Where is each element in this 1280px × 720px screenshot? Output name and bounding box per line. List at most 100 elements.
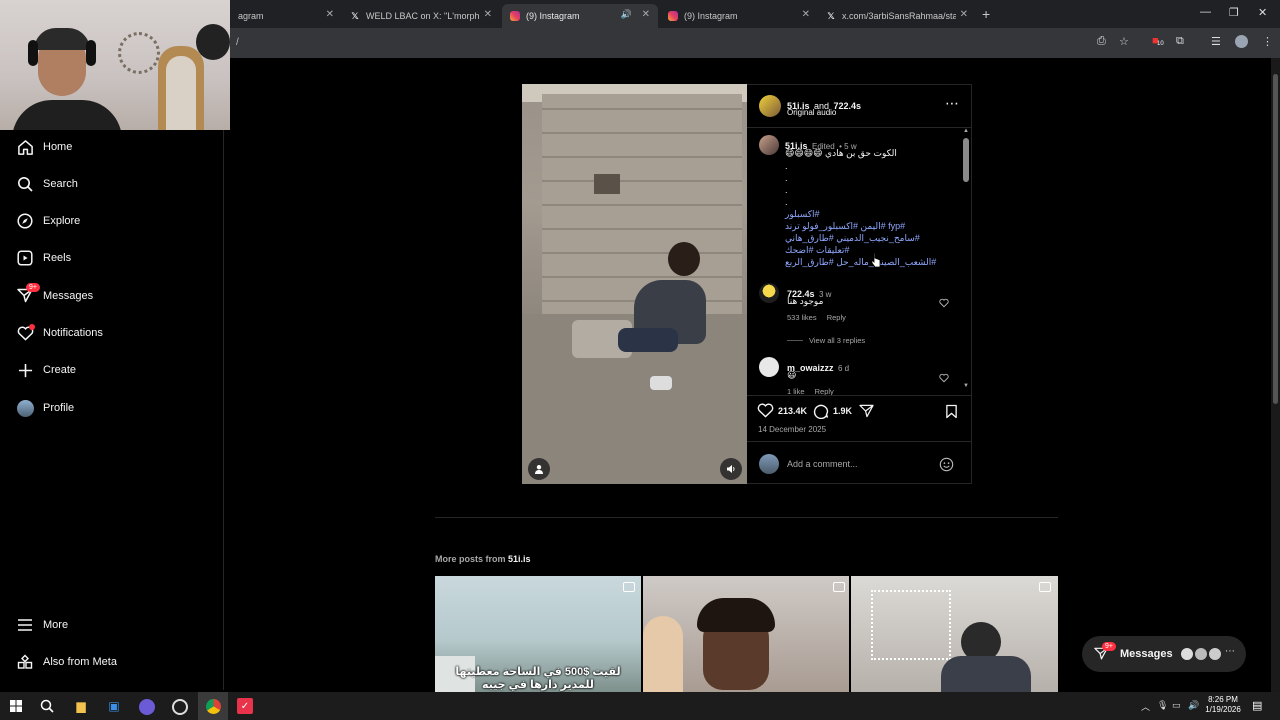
comment-reply[interactable]: Reply: [815, 387, 834, 395]
header-divider: [747, 127, 972, 128]
sidebar-item-reels[interactable]: Reels: [16, 248, 71, 268]
address-bar[interactable]: /: [232, 32, 1092, 54]
browser-menu-icon[interactable]: ⋮: [1262, 35, 1273, 48]
restore-button[interactable]: ❐: [1229, 6, 1239, 19]
save-bookmark-icon[interactable]: [945, 404, 958, 424]
sidebar-item-profile[interactable]: Profile: [16, 398, 74, 418]
emoji-icon[interactable]: [939, 457, 954, 477]
notification-dot: [29, 324, 35, 330]
comment-time: 6 d: [837, 364, 850, 373]
sidebar-item-messages[interactable]: 9+ Messages: [16, 283, 93, 306]
extensions-puzzle-icon[interactable]: ⧉: [1176, 35, 1184, 48]
more-post-thumbnail[interactable]: [851, 576, 1058, 693]
tab-close-icon[interactable]: ✕: [326, 9, 334, 20]
install-app-icon[interactable]: ⎙: [1097, 35, 1106, 48]
tab-search-icon[interactable]: ☰: [1211, 35, 1221, 48]
like-action[interactable]: 213.4K: [757, 403, 807, 418]
more-posts-username[interactable]: 51i.is: [508, 554, 531, 564]
tab-close-icon[interactable]: ✕: [802, 9, 810, 20]
messages-pill[interactable]: 9+ Messages ⋯: [1082, 636, 1246, 672]
more-post-thumbnail[interactable]: [643, 576, 849, 693]
tab-close-icon[interactable]: ✕: [642, 9, 650, 20]
more-post-thumbnail[interactable]: لقيت $500 في الساحة معطيتها للمدير دارها…: [435, 576, 641, 693]
scroll-down-arrow[interactable]: ▼: [963, 383, 969, 389]
app-icon[interactable]: ✓: [237, 698, 253, 714]
comment-like-icon[interactable]: [939, 370, 949, 388]
tray-chevron-icon[interactable]: ︿: [1141, 700, 1150, 713]
browser-tab[interactable]: (9) Instagram 🔊 ✕: [502, 4, 658, 28]
audio-link[interactable]: Original audio: [787, 108, 836, 117]
more-options-icon[interactable]: ⋯: [945, 95, 959, 112]
sidebar-item-label: Search: [43, 178, 78, 190]
more-chats-icon: ⋯: [1225, 646, 1235, 657]
sidebar-more[interactable]: More: [16, 615, 68, 635]
tab-audio-icon[interactable]: 🔊: [621, 9, 632, 20]
tab-close-icon[interactable]: ✕: [960, 9, 968, 20]
share-icon[interactable]: [859, 404, 874, 423]
tagged-users-button[interactable]: [528, 458, 550, 480]
view-replies-line: [787, 340, 803, 341]
taskbar-clock[interactable]: 8:26 PM 1/19/2026: [1203, 695, 1243, 715]
extension-icon[interactable]: ■ 10: [1152, 35, 1164, 47]
comment-action[interactable]: 1.9K: [813, 403, 852, 419]
video-child-pants: [618, 328, 678, 352]
comment-avatar[interactable]: [759, 283, 779, 303]
comments-scrollbar[interactable]: ▲ ▼: [962, 128, 970, 392]
notification-center-icon[interactable]: ▤: [1252, 699, 1262, 712]
comment-likes[interactable]: 533 likes: [787, 313, 817, 322]
browser-tab[interactable]: 𝕏x.com/3arbiSansRahmaa/status ✕: [818, 4, 976, 28]
actions-divider: [747, 395, 972, 396]
page-scrollbar-thumb[interactable]: [1273, 74, 1278, 404]
more-posts-divider: [435, 517, 1058, 518]
app-icon[interactable]: [172, 699, 188, 715]
instagram-icon: [668, 11, 678, 21]
add-comment-input[interactable]: Add a comment...: [787, 459, 858, 469]
post-video[interactable]: [522, 84, 747, 484]
page-scrollbar[interactable]: [1271, 58, 1280, 692]
sidebar-item-create[interactable]: Create: [16, 360, 76, 380]
bookmark-star-icon[interactable]: ☆: [1119, 35, 1129, 48]
sidebar-also-from-meta[interactable]: Also from Meta: [16, 652, 117, 672]
close-window-button[interactable]: ✕: [1258, 6, 1267, 19]
sidebar-item-explore[interactable]: Explore: [16, 211, 80, 231]
header-collab-username[interactable]: 722.4s: [833, 101, 861, 111]
comments-scroll-thumb[interactable]: [963, 138, 969, 182]
video-child-shoe: [650, 376, 672, 390]
file-explorer-icon[interactable]: ▆: [73, 698, 89, 714]
network-icon[interactable]: ▭: [1172, 700, 1181, 711]
browser-tab[interactable]: agram ✕: [230, 4, 342, 28]
more-posts-heading: More posts from 51i.is: [435, 554, 531, 564]
comment-bubble-icon: [813, 404, 829, 419]
scroll-up-arrow[interactable]: ▲: [963, 128, 969, 134]
new-tab-button[interactable]: +: [982, 6, 990, 22]
post-detail-panel: 51i.is and 722.4s Original audio ⋯ 51i.i…: [747, 84, 972, 484]
browser-tab-label: (9) Instagram: [684, 11, 738, 21]
windows-start-icon[interactable]: [8, 698, 24, 714]
store-icon[interactable]: ▣: [106, 698, 122, 714]
header-avatar[interactable]: [759, 95, 781, 117]
microphone-icon[interactable]: 🎙: [1157, 700, 1168, 711]
browser-profile-icon[interactable]: [1235, 35, 1248, 48]
caption-avatar[interactable]: [759, 135, 779, 155]
reel-icon: [623, 582, 635, 592]
chrome-taskbar-item[interactable]: [198, 692, 228, 720]
x-logo-icon: 𝕏: [827, 10, 835, 21]
sidebar-item-search[interactable]: Search: [16, 174, 78, 194]
comment-likes[interactable]: 1 like: [787, 387, 805, 395]
app-icon[interactable]: [139, 699, 155, 715]
tab-close-icon[interactable]: ✕: [484, 9, 492, 20]
sidebar-item-notifications[interactable]: Notifications: [16, 323, 103, 343]
comment-like-icon[interactable]: [939, 295, 949, 313]
sidebar-more-label: More: [43, 619, 69, 631]
volume-icon[interactable]: 🔊: [1188, 700, 1199, 711]
browser-tab[interactable]: (9) Instagram ✕: [660, 4, 818, 28]
view-replies-button[interactable]: View all 3 replies: [809, 336, 865, 345]
comment-reply[interactable]: Reply: [827, 313, 846, 322]
browser-tab[interactable]: 𝕏 WELD LBAC on X: "L'morphine ✕: [342, 4, 500, 28]
minimize-button[interactable]: —: [1200, 6, 1211, 18]
taskbar-search-icon[interactable]: [39, 698, 55, 714]
mute-button[interactable]: [720, 458, 742, 480]
comment-avatar[interactable]: [759, 357, 779, 377]
sidebar-item-home[interactable]: Home: [16, 137, 72, 157]
person-icon: [535, 465, 543, 474]
